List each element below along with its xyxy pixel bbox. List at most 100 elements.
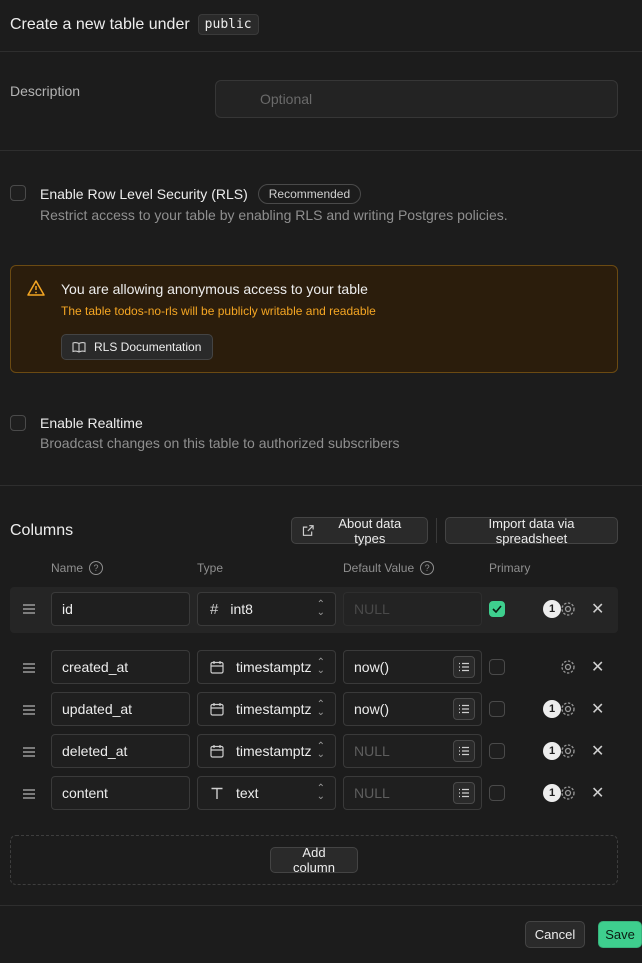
default-value-text: NULL <box>354 785 390 801</box>
help-icon[interactable]: ? <box>89 561 104 575</box>
default-value-text: now() <box>354 659 390 675</box>
column-name-input[interactable]: updated_at <box>51 692 190 726</box>
type-header: Type <box>197 561 223 575</box>
remove-column-icon[interactable]: ✕ <box>591 783 604 803</box>
text-type-icon <box>211 787 223 799</box>
primary-checkbox[interactable] <box>489 601 505 617</box>
gear-icon[interactable] <box>559 784 577 805</box>
default-value-input[interactable]: NULL <box>343 776 482 810</box>
chevron-updown-icon: ⌃ ⌄ <box>316 699 325 718</box>
column-type-label: timestamptz <box>236 659 312 675</box>
realtime-label: Enable Realtime <box>40 415 143 431</box>
rls-label: Enable Row Level Security (RLS) <box>40 186 248 202</box>
gear-icon[interactable] <box>559 700 577 721</box>
page-title: Create a new table under public <box>10 14 259 35</box>
gear-icon[interactable] <box>559 600 577 621</box>
column-name-input[interactable]: created_at <box>51 650 190 684</box>
rls-documentation-label: RLS Documentation <box>94 340 202 354</box>
primary-checkbox[interactable] <box>489 785 505 801</box>
suggestions-list-button[interactable] <box>453 656 475 678</box>
import-spreadsheet-button[interactable]: Import data via spreadsheet <box>445 516 618 546</box>
default-value-header: Default Value ? <box>343 561 435 575</box>
drag-handle-icon[interactable] <box>22 602 36 618</box>
check-icon <box>492 605 502 613</box>
realtime-checkbox[interactable] <box>10 415 26 431</box>
column-type-label: int8 <box>230 601 253 617</box>
rls-checkbox[interactable] <box>10 185 26 201</box>
divider <box>0 905 642 906</box>
warning-title: You are allowing anonymous access to you… <box>61 281 368 297</box>
list-icon <box>459 704 469 714</box>
drag-handle-icon[interactable] <box>22 661 36 677</box>
default-header-label: Default Value <box>343 561 415 575</box>
help-icon[interactable]: ? <box>420 561 435 575</box>
divider <box>0 51 642 52</box>
drag-handle-icon[interactable] <box>22 745 36 761</box>
warning-icon <box>27 280 45 296</box>
column-name-input[interactable]: deleted_at <box>51 734 190 768</box>
primary-checkbox[interactable] <box>489 743 505 759</box>
warning-subtitle: The table todos-no-rls will be publicly … <box>61 304 376 318</box>
description-label: Description <box>10 83 81 99</box>
suggestions-list-button[interactable] <box>453 740 475 762</box>
type-header-label: Type <box>197 561 224 575</box>
column-type-select[interactable]: timestamptz ⌃ ⌄ <box>197 650 336 684</box>
default-value-input[interactable]: now() <box>343 650 482 684</box>
chevron-updown-icon: ⌃ ⌄ <box>316 657 325 676</box>
column-type-select[interactable]: text ⌃ ⌄ <box>197 776 336 810</box>
realtime-subtitle: Broadcast changes on this table to autho… <box>40 435 400 451</box>
book-icon <box>72 342 86 353</box>
gear-icon[interactable] <box>559 742 577 763</box>
list-icon <box>459 662 469 672</box>
rls-subtitle: Restrict access to your table by enablin… <box>40 207 508 223</box>
about-data-types-button[interactable]: About data types <box>291 515 428 546</box>
remove-column-icon[interactable]: ✕ <box>591 699 604 719</box>
column-name-input[interactable]: content <box>51 776 190 810</box>
anonymous-access-warning: You are allowing anonymous access to you… <box>10 265 618 373</box>
calendar-icon <box>210 745 224 758</box>
remove-column-icon[interactable]: ✕ <box>591 657 604 677</box>
button-divider <box>436 518 437 543</box>
primary-checkbox[interactable] <box>489 659 505 675</box>
column-type-select[interactable]: timestamptz ⌃ ⌄ <box>197 692 336 726</box>
page-title-text: Create a new table under <box>10 15 190 33</box>
name-header-label: Name <box>51 561 84 575</box>
column-type-select[interactable]: timestamptz ⌃ ⌄ <box>197 734 336 768</box>
remove-column-icon[interactable]: ✕ <box>591 741 604 761</box>
suggestions-list-button[interactable] <box>453 782 475 804</box>
divider <box>0 150 642 151</box>
primary-header-label: Primary <box>489 561 531 575</box>
primary-checkbox[interactable] <box>489 701 505 717</box>
hash-icon: # <box>210 600 219 618</box>
gear-icon[interactable] <box>559 658 577 679</box>
default-value-input[interactable]: now() <box>343 692 482 726</box>
rls-row: Enable Row Level Security (RLS) Recommen… <box>40 184 362 204</box>
primary-header: Primary <box>489 561 530 575</box>
about-data-types-label: About data types <box>338 515 402 546</box>
calendar-icon <box>210 661 224 674</box>
divider <box>0 485 642 486</box>
chevron-updown-icon: ⌃ ⌄ <box>316 783 325 802</box>
drag-handle-icon[interactable] <box>22 787 36 803</box>
chevron-updown-icon: ⌃ ⌄ <box>316 599 325 618</box>
remove-column-icon[interactable]: ✕ <box>591 599 604 619</box>
columns-title: Columns <box>10 522 74 539</box>
default-value-text: NULL <box>354 743 390 759</box>
cancel-button[interactable]: Cancel <box>525 921 585 948</box>
add-column-button[interactable]: Add column <box>270 845 358 875</box>
suggestions-list-button[interactable] <box>453 698 475 720</box>
schema-chip: public <box>197 14 259 35</box>
save-button[interactable]: Save <box>598 921 642 948</box>
column-name-input[interactable]: id <box>51 592 190 626</box>
rls-documentation-button[interactable]: RLS Documentation <box>61 334 213 360</box>
drag-handle-icon[interactable] <box>22 703 36 719</box>
description-input[interactable] <box>215 80 618 118</box>
external-link-icon <box>302 525 314 536</box>
column-type-label: timestamptz <box>236 743 312 759</box>
default-value-input[interactable]: NULL <box>343 734 482 768</box>
name-header: Name ? <box>51 561 104 575</box>
default-value-text: now() <box>354 701 390 717</box>
chevron-updown-icon: ⌃ ⌄ <box>316 741 325 760</box>
column-type-label: text <box>236 785 259 801</box>
column-type-select[interactable]: # int8 ⌃ ⌄ <box>197 592 336 626</box>
